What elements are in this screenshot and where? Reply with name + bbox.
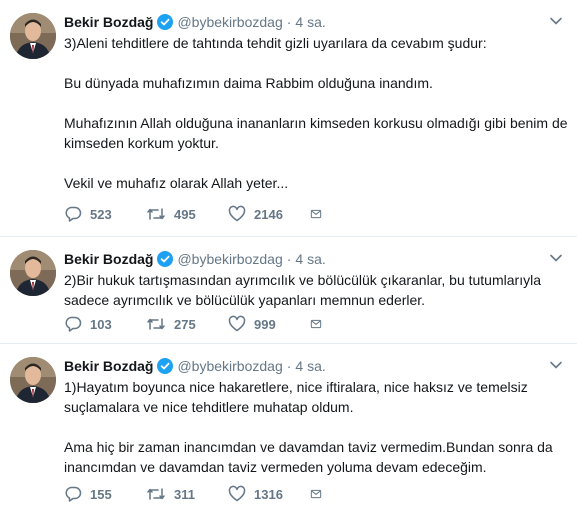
envelope-icon [310,489,322,499]
direct-message-button[interactable] [310,485,330,503]
like-button[interactable]: 2146 [228,205,310,223]
tweet-paragraph: 3)Aleni tehditlere de tahtında tehdit gi… [64,35,487,51]
verified-badge-icon [157,358,174,374]
tweet-paragraph: 2)Bir hukuk tartışmasından ayrımcılık ve… [64,272,541,308]
heart-icon [228,485,246,502]
author-handle[interactable]: @bybekirbozdag [177,358,282,374]
author-handle[interactable]: @bybekirbozdag [177,14,282,30]
author-name[interactable]: Bekir Bozdağ [64,358,153,374]
retweet-count: 275 [174,316,196,332]
avatar[interactable] [10,13,56,59]
reply-icon [65,486,82,502]
reply-count: 103 [90,316,112,332]
tweet-time[interactable]: 4 sa. [295,251,325,267]
chevron-down-icon[interactable] [549,251,563,265]
like-count: 999 [254,316,276,332]
tweet-paragraph: Vekil ve muhafız olarak Allah yeter... [64,175,289,191]
tweet-text: 1)Hayatım boyunca nice hakaretlere, nice… [64,377,569,477]
tweet[interactable]: Bekir Bozdağ @bybekirbozdag · 4 sa. 2)Bi… [0,237,577,344]
reply-icon [65,316,82,332]
reply-button[interactable]: 155 [64,485,146,503]
retweet-icon [147,208,165,220]
retweet-button[interactable]: 275 [146,315,228,333]
tweet-timeline: Bekir Bozdağ @bybekirbozdag · 4 sa. 3)Al… [0,0,577,507]
tweet-paragraph: 1)Hayatım boyunca nice hakaretlere, nice… [64,379,528,415]
separator-dot: · [286,358,292,374]
author-name[interactable]: Bekir Bozdağ [64,251,153,267]
tweet-time[interactable]: 4 sa. [295,358,325,374]
avatar[interactable] [10,357,56,403]
like-button[interactable]: 1316 [228,485,310,503]
reply-button[interactable]: 523 [64,205,146,223]
verified-badge-icon [157,251,174,267]
chevron-down-icon[interactable] [549,14,563,28]
tweet-actions: 103 275 999 [64,314,330,334]
tweet-actions: 523 495 2146 [64,204,330,224]
author-name[interactable]: Bekir Bozdağ [64,14,153,30]
tweet-header: Bekir Bozdağ @bybekirbozdag · 4 sa. [64,356,326,376]
tweet-paragraph: Bu dünyada muhafızımın daima Rabbim oldu… [64,75,433,91]
envelope-icon [310,319,322,329]
tweet-paragraph: Muhafızının Allah olduğuna inananların k… [64,115,568,151]
author-handle[interactable]: @bybekirbozdag [177,251,282,267]
tweet-text: 2)Bir hukuk tartışmasından ayrımcılık ve… [64,270,569,310]
tweet[interactable]: Bekir Bozdağ @bybekirbozdag · 4 sa. 1)Ha… [0,344,577,507]
verified-badge-icon [157,14,174,30]
retweet-icon [147,318,165,330]
direct-message-button[interactable] [310,205,330,223]
tweet[interactable]: Bekir Bozdağ @bybekirbozdag · 4 sa. 3)Al… [0,0,577,237]
reply-count: 523 [90,206,112,222]
tweet-paragraph: Ama hiç bir zaman inancımdan ve davamdan… [64,439,553,475]
direct-message-button[interactable] [310,315,330,333]
tweet-header: Bekir Bozdağ @bybekirbozdag · 4 sa. [64,249,326,269]
tweet-actions: 155 311 1316 [64,484,330,504]
tweet-text: 3)Aleni tehditlere de tahtında tehdit gi… [64,33,569,193]
retweet-count: 311 [174,486,195,502]
reply-count: 155 [90,486,112,502]
retweet-count: 495 [174,206,196,222]
heart-icon [228,205,246,222]
reply-button[interactable]: 103 [64,315,146,333]
separator-dot: · [286,251,292,267]
retweet-icon [147,488,165,500]
like-count: 2146 [254,206,283,222]
heart-icon [228,315,246,332]
reply-icon [65,206,82,222]
retweet-button[interactable]: 311 [146,485,228,503]
tweet-header: Bekir Bozdağ @bybekirbozdag · 4 sa. [64,12,326,32]
tweet-time[interactable]: 4 sa. [295,14,325,30]
chevron-down-icon[interactable] [549,358,563,372]
separator-dot: · [286,14,292,30]
retweet-button[interactable]: 495 [146,205,228,223]
like-button[interactable]: 999 [228,315,310,333]
envelope-icon [310,209,322,219]
like-count: 1316 [254,486,283,502]
avatar[interactable] [10,250,56,296]
